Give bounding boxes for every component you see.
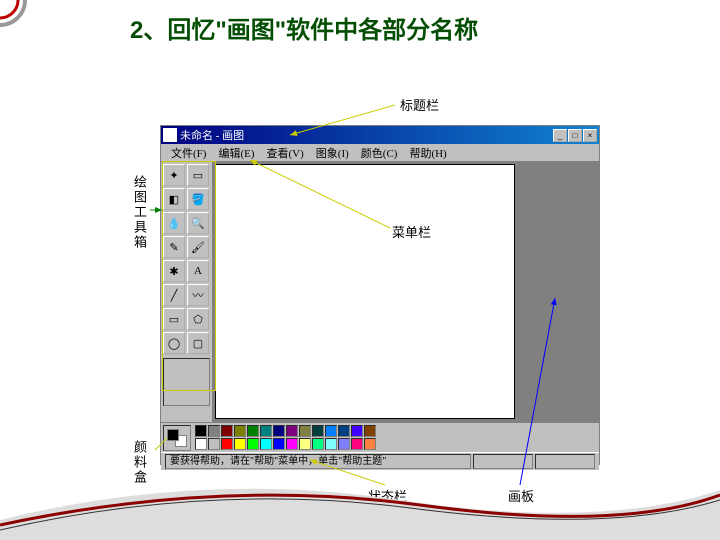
- tool-eraser[interactable]: ◧: [163, 188, 185, 210]
- tool-magnify[interactable]: 🔍: [187, 212, 209, 234]
- main-area: ✦▭◧🪣💧🔍✎🖌✱A╱〰▭⬠◯▢: [161, 162, 599, 422]
- window-title: 未命名 - 画图: [180, 127, 553, 143]
- color-swatch[interactable]: [286, 438, 298, 450]
- tool-airbrush[interactable]: ✱: [163, 260, 185, 282]
- menu-image[interactable]: 图象(I): [310, 145, 355, 161]
- color-palette: [161, 422, 599, 452]
- color-swatch[interactable]: [260, 425, 272, 437]
- color-swatch[interactable]: [351, 425, 363, 437]
- color-swatch[interactable]: [364, 425, 376, 437]
- foreground-color: [167, 429, 179, 441]
- color-swatch[interactable]: [325, 438, 337, 450]
- label-titlebar: 标题栏: [400, 95, 439, 114]
- tool-polygon[interactable]: ⬠: [187, 308, 209, 330]
- tool-brush[interactable]: 🖌: [187, 236, 209, 258]
- color-swatch[interactable]: [286, 425, 298, 437]
- menu-file[interactable]: 文件(F): [165, 145, 212, 161]
- color-swatch[interactable]: [234, 425, 246, 437]
- color-swatch[interactable]: [208, 438, 220, 450]
- menu-help[interactable]: 帮助(H): [403, 145, 452, 161]
- tool-freeform-select[interactable]: ✦: [163, 164, 185, 186]
- menu-view[interactable]: 查看(V): [261, 145, 310, 161]
- tool-curve[interactable]: 〰: [187, 284, 209, 306]
- color-swatch[interactable]: [338, 425, 350, 437]
- app-icon: [163, 128, 177, 142]
- toolbox: ✦▭◧🪣💧🔍✎🖌✱A╱〰▭⬠◯▢: [161, 162, 213, 422]
- color-swatch[interactable]: [208, 425, 220, 437]
- tool-rounded-rect[interactable]: ▢: [187, 332, 209, 354]
- tool-rect-select[interactable]: ▭: [187, 164, 209, 186]
- menu-color[interactable]: 颜色(C): [355, 145, 404, 161]
- color-swatch[interactable]: [299, 425, 311, 437]
- color-swatch[interactable]: [195, 425, 207, 437]
- color-swatch[interactable]: [221, 425, 233, 437]
- mspaint-window: 未命名 - 画图 _ □ × 文件(F) 编辑(E) 查看(V) 图象(I) 颜…: [160, 125, 600, 465]
- corner-decoration: [0, 0, 40, 40]
- slide-title: 2、回忆"画图"软件中各部分名称: [130, 10, 478, 45]
- bottom-swoosh: [0, 460, 720, 540]
- menu-edit[interactable]: 编辑(E): [212, 145, 260, 161]
- close-button[interactable]: ×: [583, 129, 597, 142]
- menubar: 文件(F) 编辑(E) 查看(V) 图象(I) 颜色(C) 帮助(H): [161, 144, 599, 162]
- color-swatch[interactable]: [312, 425, 324, 437]
- color-swatch[interactable]: [351, 438, 363, 450]
- color-swatch[interactable]: [364, 438, 376, 450]
- color-swatch[interactable]: [247, 438, 259, 450]
- color-swatch[interactable]: [299, 438, 311, 450]
- label-toolbox: 绘图工具箱: [130, 175, 149, 250]
- maximize-button[interactable]: □: [568, 129, 582, 142]
- minimize-button[interactable]: _: [553, 129, 567, 142]
- tool-rectangle[interactable]: ▭: [163, 308, 185, 330]
- color-swatch[interactable]: [195, 438, 207, 450]
- color-swatch[interactable]: [221, 438, 233, 450]
- color-swatch[interactable]: [312, 438, 324, 450]
- tool-ellipse[interactable]: ◯: [163, 332, 185, 354]
- color-swatch[interactable]: [273, 425, 285, 437]
- tool-fill[interactable]: 🪣: [187, 188, 209, 210]
- tool-pencil[interactable]: ✎: [163, 236, 185, 258]
- color-swatch[interactable]: [247, 425, 259, 437]
- tool-picker[interactable]: 💧: [163, 212, 185, 234]
- tool-text[interactable]: A: [187, 260, 209, 282]
- tool-line[interactable]: ╱: [163, 284, 185, 306]
- color-swatch[interactable]: [338, 438, 350, 450]
- fg-bg-indicator[interactable]: [163, 425, 191, 451]
- color-swatch[interactable]: [234, 438, 246, 450]
- color-swatch[interactable]: [325, 425, 337, 437]
- label-menubar: 菜单栏: [392, 222, 431, 241]
- canvas-area: [213, 162, 599, 422]
- color-swatch[interactable]: [273, 438, 285, 450]
- tool-options: [163, 358, 210, 406]
- color-swatch[interactable]: [260, 438, 272, 450]
- canvas[interactable]: [215, 164, 515, 419]
- titlebar[interactable]: 未命名 - 画图 _ □ ×: [161, 126, 599, 144]
